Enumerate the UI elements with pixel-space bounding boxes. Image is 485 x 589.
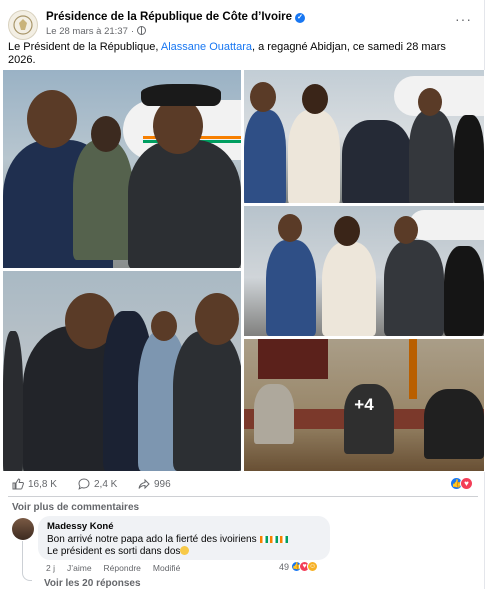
person-dress bbox=[288, 110, 340, 203]
person-suit bbox=[3, 331, 23, 471]
person-head bbox=[394, 216, 418, 244]
like-count: 16,8 K bbox=[28, 478, 57, 490]
meta-separator: · bbox=[130, 26, 135, 37]
reactions-bar: 16,8 K 2,4 K 996 👍 ♥ bbox=[0, 476, 485, 496]
verified-icon: ✓ bbox=[295, 13, 306, 23]
person-dress bbox=[444, 246, 484, 336]
photo-gallery: +4 bbox=[0, 70, 485, 472]
ivory-coast-flag-icon bbox=[270, 536, 279, 543]
view-more-comments-link[interactable]: Voir plus de commentaires bbox=[12, 502, 139, 513]
photo-3[interactable] bbox=[244, 70, 484, 203]
person-suit bbox=[384, 240, 444, 336]
hat bbox=[141, 84, 221, 106]
person-suit bbox=[342, 120, 412, 203]
person-dress bbox=[322, 242, 376, 336]
person-head bbox=[302, 84, 328, 114]
post-meta: Le 28 mars à 21:37 · bbox=[46, 26, 147, 37]
person-suit bbox=[128, 140, 241, 268]
post-text: Le Président de la République, Alassane … bbox=[8, 41, 470, 67]
photo-5[interactable]: +4 bbox=[244, 339, 484, 471]
comment-stat[interactable]: 2,4 K bbox=[78, 478, 117, 490]
person-dress bbox=[454, 115, 484, 203]
post-text-before: Le Président de la République, bbox=[8, 41, 161, 53]
person-head bbox=[91, 116, 121, 152]
person-head bbox=[153, 98, 203, 154]
commenter-avatar[interactable] bbox=[12, 518, 34, 540]
more-photos-overlay[interactable]: +4 bbox=[244, 339, 484, 471]
comment-like-button[interactable]: J’aime bbox=[67, 563, 92, 573]
share-icon bbox=[138, 478, 150, 490]
comment-reaction-count: 49 bbox=[279, 561, 290, 572]
photo-2[interactable] bbox=[3, 271, 241, 471]
page-name-text[interactable]: Présidence de la République de Côte d’Iv… bbox=[46, 11, 292, 23]
comment-bubble: Madessy Koné Bon arrivé notre papa ado l… bbox=[38, 516, 330, 560]
globe-icon bbox=[137, 26, 147, 35]
person-head bbox=[418, 88, 442, 116]
comment-author[interactable]: Madessy Koné bbox=[47, 521, 321, 532]
person-head bbox=[334, 216, 360, 246]
person-head bbox=[250, 82, 276, 112]
thread-line bbox=[22, 541, 32, 581]
photo-4[interactable] bbox=[244, 206, 484, 336]
reaction-summary[interactable]: 👍 ♥ bbox=[450, 477, 473, 490]
airplane bbox=[409, 210, 484, 240]
share-count: 996 bbox=[154, 478, 171, 490]
mention-link[interactable]: Alassane Ouattara bbox=[161, 41, 252, 53]
coat-of-arms-icon bbox=[13, 15, 33, 35]
view-replies-link[interactable]: Voir les 20 réponses bbox=[44, 578, 141, 589]
comment-line-2: Le président es sorti dans dos bbox=[47, 546, 181, 557]
love-reaction-icon: ♥ bbox=[460, 477, 473, 490]
comment-line-1: Bon arrivé notre papa ado la fierté des … bbox=[47, 534, 257, 545]
comment-icon bbox=[78, 478, 90, 490]
person-suit bbox=[244, 110, 286, 203]
ivory-coast-flag-icon bbox=[260, 536, 269, 543]
more-options-icon[interactable]: ··· bbox=[455, 11, 472, 27]
like-icon bbox=[12, 478, 24, 490]
person-uniform bbox=[73, 140, 133, 260]
comment-reactions[interactable]: 49 👍 ♥ ☺ bbox=[279, 561, 319, 572]
page-avatar[interactable] bbox=[8, 10, 38, 40]
comment-reply-button[interactable]: Répondre bbox=[104, 563, 141, 573]
person-head bbox=[195, 293, 239, 345]
ivory-coast-flag-icon bbox=[280, 536, 289, 543]
comment-text: Bon arrivé notre papa ado la fierté des … bbox=[47, 534, 321, 558]
person-suit bbox=[266, 240, 316, 336]
post-card: Présidence de la République de Côte d’Iv… bbox=[0, 0, 485, 589]
like-stat[interactable]: 16,8 K bbox=[12, 478, 57, 490]
page-name[interactable]: Présidence de la République de Côte d’Iv… bbox=[46, 11, 306, 23]
person-suit bbox=[409, 110, 454, 203]
comment-actions: 2 j J’aime Répondre Modifié bbox=[46, 563, 180, 573]
comment-edited-label: Modifié bbox=[152, 563, 181, 573]
post-timestamp[interactable]: Le 28 mars à 21:37 bbox=[46, 26, 128, 37]
person-head bbox=[278, 214, 302, 242]
haha-reaction-icon: ☺ bbox=[307, 561, 319, 572]
share-stat[interactable]: 996 bbox=[138, 478, 171, 490]
divider bbox=[8, 496, 478, 497]
comment-count: 2,4 K bbox=[94, 478, 118, 490]
grin-emoji-icon bbox=[180, 546, 190, 555]
photo-1[interactable] bbox=[3, 70, 241, 268]
person-head bbox=[151, 311, 177, 341]
person-head bbox=[27, 90, 77, 148]
more-photos-count: +4 bbox=[354, 395, 374, 414]
post-header: Présidence de la République de Côte d’Iv… bbox=[8, 8, 478, 40]
comment-age[interactable]: 2 j bbox=[46, 563, 55, 573]
person-suit bbox=[173, 331, 241, 471]
